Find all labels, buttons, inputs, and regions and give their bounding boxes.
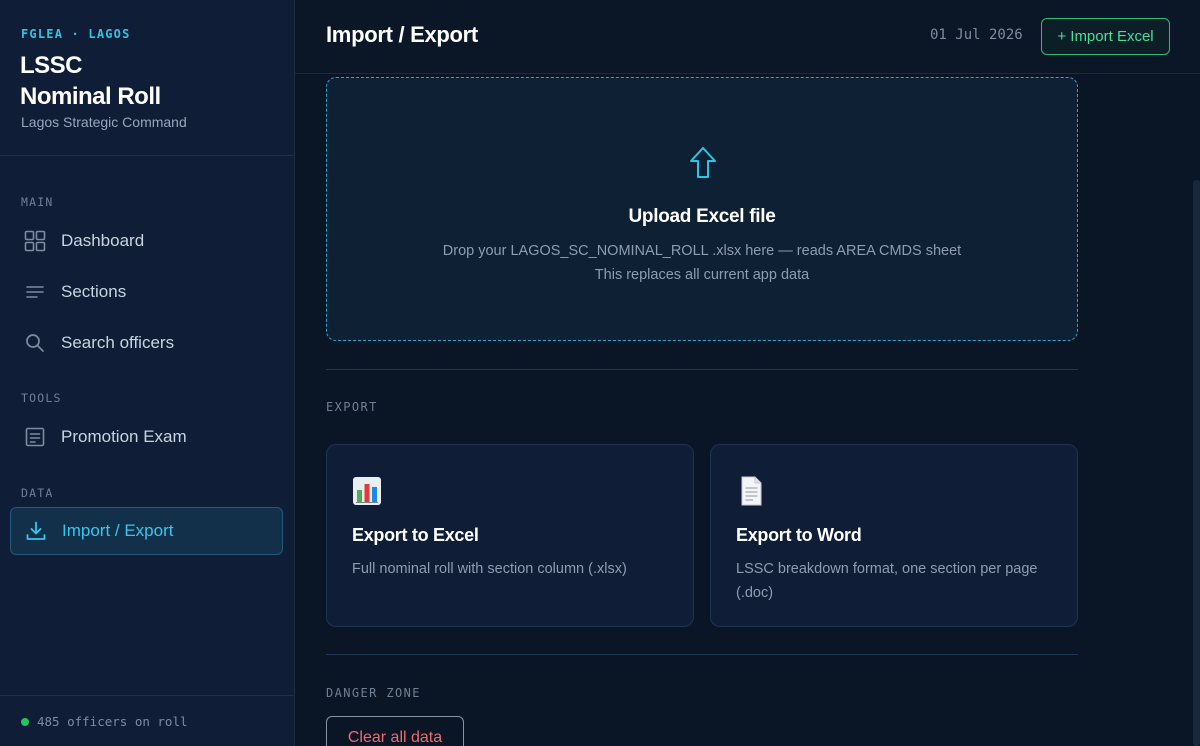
export-word-card[interactable]: Export to Word LSSC breakdown format, on…	[710, 444, 1078, 627]
sidebar-item-label: Promotion Exam	[61, 427, 187, 446]
nav-section-main: MAIN	[21, 195, 54, 209]
sidebar: FGLEA · LAGOS LSSC Nominal Roll Lagos St…	[0, 0, 295, 746]
export-word-description: LSSC breakdown format, one section per p…	[736, 561, 1038, 601]
nav-section-tools: TOOLS	[21, 391, 62, 405]
nav-section-data: DATA	[21, 486, 54, 500]
export-excel-description: Full nominal roll with section column (.…	[352, 561, 627, 577]
import-excel-button[interactable]: + Import Excel	[1041, 18, 1170, 55]
clipboard-icon	[24, 426, 46, 448]
list-icon	[24, 281, 46, 303]
status-dot-icon	[21, 717, 29, 726]
section-divider	[326, 654, 1078, 655]
upload-arrow-icon	[688, 146, 718, 180]
topbar: Import / Export 01 Jul 2026 + Import Exc…	[295, 0, 1200, 74]
main-content: Import / Export 01 Jul 2026 + Import Exc…	[295, 0, 1200, 746]
page-title: Import / Export	[326, 22, 478, 47]
sidebar-item-search-officers[interactable]: Search officers	[10, 319, 283, 367]
sidebar-footer-divider	[0, 695, 294, 696]
upload-warning: This replaces all current app data	[594, 267, 810, 283]
roll-status-text: 485 officers on roll	[37, 714, 188, 729]
brand-subtitle: Lagos Strategic Command	[21, 114, 187, 130]
scrollbar[interactable]	[1193, 180, 1200, 746]
sidebar-item-import-export[interactable]: Import / Export	[10, 507, 283, 555]
brand-title-line2: Nominal Roll	[20, 83, 161, 110]
sidebar-item-dashboard[interactable]: Dashboard	[10, 217, 283, 265]
clear-all-data-button[interactable]: Clear all data	[326, 716, 464, 746]
download-icon	[25, 520, 47, 542]
brand-title: LSSC Nominal Roll	[20, 50, 280, 112]
sidebar-item-label: Dashboard	[61, 231, 145, 250]
export-excel-title: Export to Excel	[352, 525, 479, 545]
document-icon	[736, 476, 766, 506]
upload-title: Upload Excel file	[628, 206, 776, 227]
brand-org: FGLEA · LAGOS	[21, 27, 131, 41]
sidebar-item-promotion-exam[interactable]: Promotion Exam	[10, 413, 283, 461]
danger-zone-label: DANGER ZONE	[326, 686, 421, 700]
upload-instructions: Drop your LAGOS_SC_NOMINAL_ROLL .xlsx he…	[442, 243, 962, 259]
brand-title-line1: LSSC	[20, 52, 83, 79]
sidebar-item-label: Import / Export	[62, 521, 174, 540]
search-icon	[24, 332, 46, 354]
sidebar-item-sections[interactable]: Sections	[10, 268, 283, 316]
bar-chart-icon	[352, 476, 382, 506]
section-divider	[326, 369, 1078, 370]
export-word-title: Export to Word	[736, 525, 862, 545]
sidebar-item-label: Sections	[61, 282, 127, 301]
roll-status: 485 officers on roll	[21, 714, 188, 729]
export-excel-card[interactable]: Export to Excel Full nominal roll with s…	[326, 444, 694, 627]
export-section-label: EXPORT	[326, 400, 378, 414]
sidebar-item-label: Search officers	[61, 333, 175, 352]
current-date: 01 Jul 2026	[930, 27, 1023, 43]
sidebar-divider	[0, 155, 294, 156]
upload-dropzone[interactable]: Upload Excel file Drop your LAGOS_SC_NOM…	[326, 77, 1078, 341]
grid-icon	[24, 230, 46, 252]
